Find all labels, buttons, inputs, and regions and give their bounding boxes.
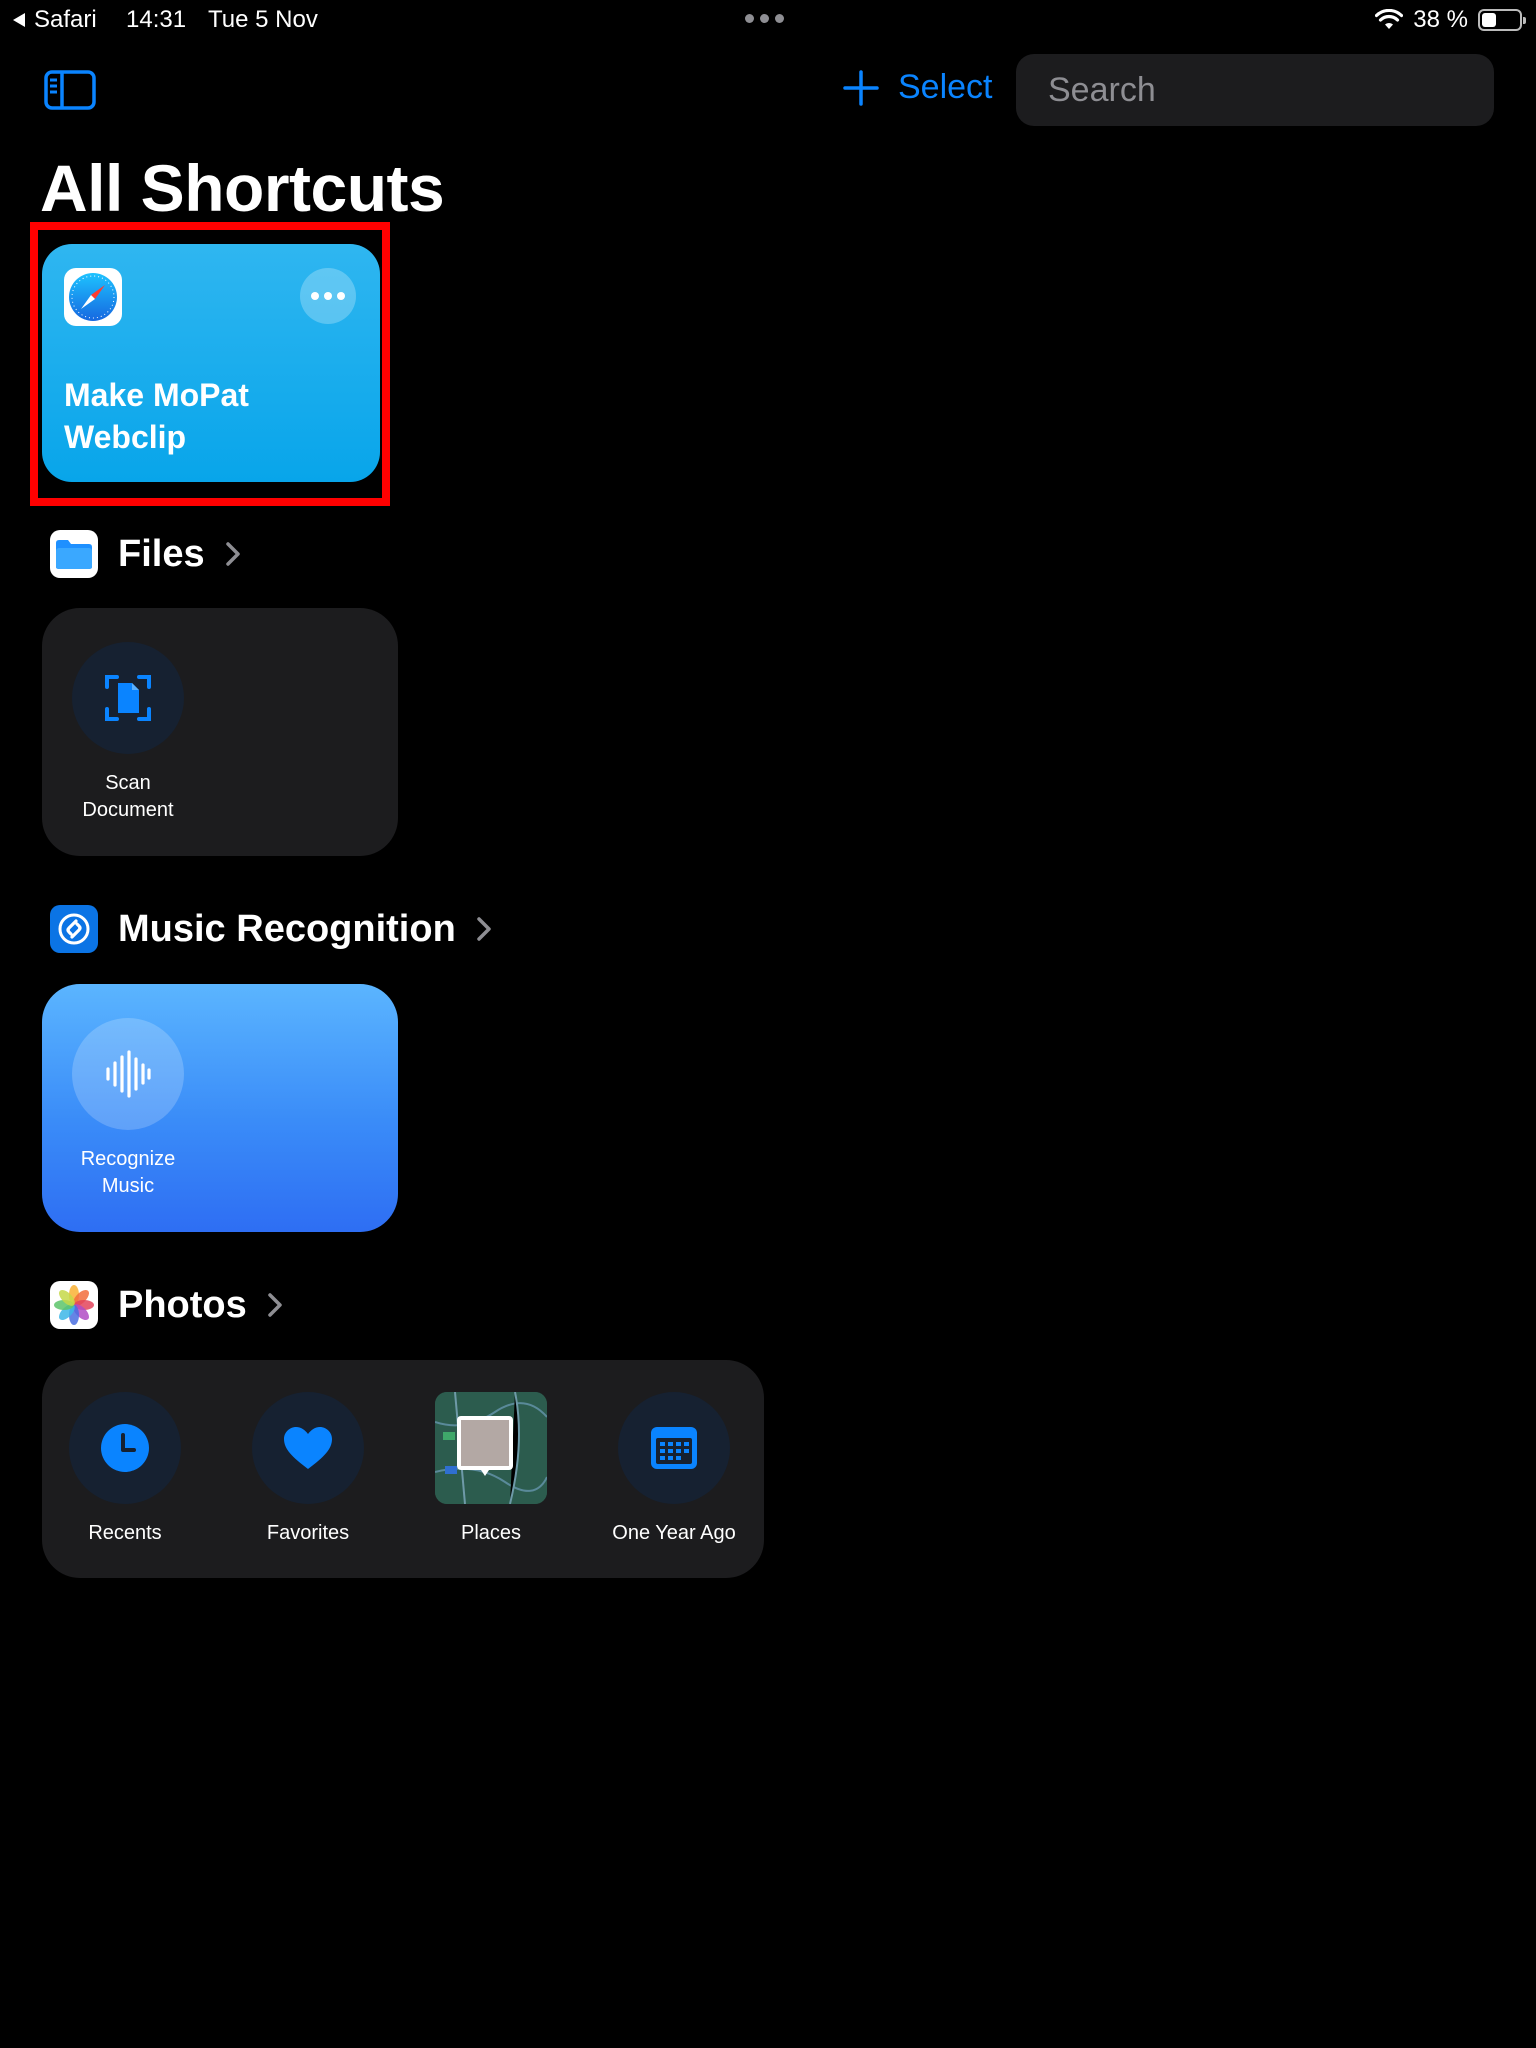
- status-right: 38 %: [1375, 6, 1526, 34]
- section-title-photos: Photos: [118, 1283, 247, 1326]
- map-thumbnail: [435, 1392, 547, 1504]
- safari-icon: [64, 268, 122, 326]
- shortcut-tile-places[interactable]: Places: [401, 1392, 581, 1547]
- section-title-music-recognition: Music Recognition: [118, 907, 456, 950]
- status-bar: Safari 14:31 Tue 5 Nov 38 %: [0, 0, 1536, 40]
- select-button[interactable]: Select: [898, 68, 993, 107]
- wifi-icon: [1375, 9, 1404, 29]
- files-shortcuts-panel: Scan Document: [42, 608, 398, 856]
- shortcut-tile-scan-document[interactable]: Scan Document: [42, 642, 214, 824]
- sidebar-toggle-icon: [44, 70, 96, 110]
- back-to-app-link[interactable]: Safari: [12, 6, 97, 34]
- tile-label: Places: [460, 1522, 522, 1544]
- page-title: All Shortcuts: [40, 151, 445, 225]
- shortcut-tile-one-year-ago[interactable]: One Year Ago: [584, 1392, 764, 1547]
- chevron-right-icon: [477, 917, 491, 941]
- multitasking-dots-icon[interactable]: [745, 14, 784, 23]
- status-time: 14:31: [126, 6, 187, 33]
- sidebar-toggle-button[interactable]: [44, 70, 96, 110]
- tile-label: Recents: [88, 1522, 162, 1544]
- shortcut-card-make-mopat-webclip[interactable]: Make MoPat Webclip: [42, 244, 380, 482]
- search-field[interactable]: [1016, 54, 1494, 126]
- tile-label: Scan Document: [82, 772, 174, 821]
- toolbar-actions: Select: [842, 68, 993, 107]
- back-triangle-icon: [13, 13, 25, 27]
- photos-shortcuts-panel: Recents Favorites Places One Year Ago: [42, 1360, 764, 1578]
- section-header-photos[interactable]: Photos: [50, 1281, 283, 1329]
- tile-label: Recognize Music: [80, 1148, 176, 1197]
- shortcut-tile-recents[interactable]: Recents: [35, 1392, 215, 1547]
- more-options-button[interactable]: [300, 268, 356, 324]
- battery-percent: 38 %: [1413, 6, 1468, 33]
- tile-label: Favorites: [266, 1522, 350, 1544]
- shazam-icon: [50, 905, 98, 953]
- heart-icon: [252, 1392, 364, 1504]
- shortcut-name: Make MoPat Webclip: [64, 377, 249, 455]
- section-title-files: Files: [118, 532, 205, 575]
- shortcut-tile-recognize-music[interactable]: Recognize Music: [42, 1018, 214, 1200]
- search-input[interactable]: [1046, 69, 1493, 111]
- calendar-icon: [618, 1392, 730, 1504]
- music-shortcuts-panel: Recognize Music: [42, 984, 398, 1232]
- chevron-right-icon: [268, 1293, 282, 1317]
- waveform-icon: [72, 1018, 184, 1130]
- files-app-icon: [50, 530, 98, 578]
- section-header-music-recognition[interactable]: Music Recognition: [50, 905, 492, 953]
- tile-label: One Year Ago: [612, 1522, 736, 1544]
- chevron-right-icon: [225, 542, 240, 566]
- back-app-label: Safari: [34, 6, 97, 33]
- photos-app-icon: [50, 1281, 98, 1329]
- shortcut-tile-favorites[interactable]: Favorites: [218, 1392, 398, 1547]
- clock-icon: [69, 1392, 181, 1504]
- battery-icon: [1478, 9, 1526, 31]
- status-date: Tue 5 Nov: [208, 6, 318, 33]
- scan-document-icon: [72, 642, 184, 754]
- section-header-files[interactable]: Files: [50, 530, 241, 578]
- plus-icon[interactable]: [842, 69, 880, 107]
